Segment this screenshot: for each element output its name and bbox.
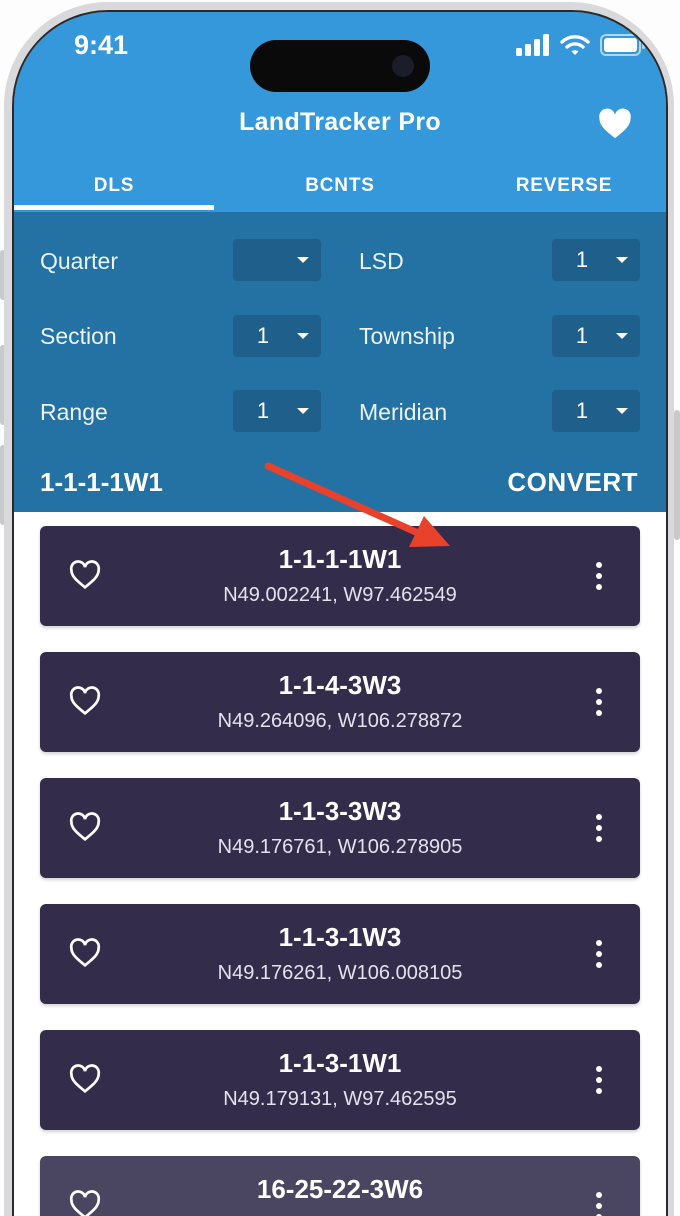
side-button xyxy=(0,250,6,300)
side-button xyxy=(0,445,6,525)
side-button xyxy=(674,410,680,540)
phone-frame: 9:41 LandTracker Pro DLS BCNTS REVERSE Q… xyxy=(0,0,680,1216)
side-button xyxy=(0,345,6,425)
annotation-arrow-icon xyxy=(264,462,450,547)
